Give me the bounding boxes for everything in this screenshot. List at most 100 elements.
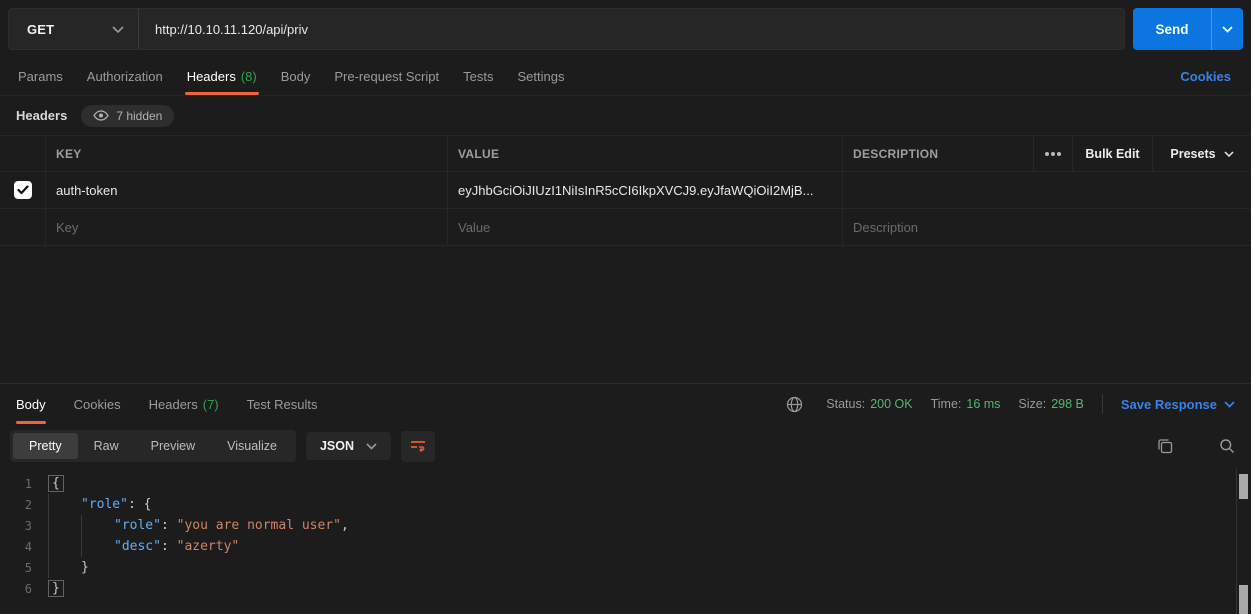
indent-guide	[48, 536, 81, 557]
chevron-down-icon	[366, 443, 377, 450]
line-number: 4	[0, 540, 48, 554]
tab-authorization[interactable]: Authorization	[75, 58, 175, 95]
request-tabs: Params Authorization Headers (8) Body Pr…	[0, 58, 1251, 96]
presets-dropdown[interactable]: Presets	[1153, 136, 1251, 171]
code-line-3: 3 "role": "you are normal user",	[0, 515, 1251, 536]
bulk-edit-button[interactable]: Bulk Edit	[1073, 136, 1153, 171]
indent-guide	[81, 536, 114, 557]
tab-settings[interactable]: Settings	[505, 58, 576, 95]
line-number: 3	[0, 519, 48, 533]
response-headers-count: (7)	[203, 397, 219, 412]
code-line-6: 6 }	[0, 578, 1251, 599]
send-options-button[interactable]	[1211, 8, 1243, 50]
line-number: 5	[0, 561, 48, 575]
format-dropdown[interactable]: JSON	[306, 432, 391, 460]
response-tab-body[interactable]: Body	[16, 384, 46, 424]
wrap-text-button[interactable]	[401, 431, 435, 462]
indent-guide	[48, 515, 81, 536]
new-key-input[interactable]: Key	[46, 209, 448, 245]
code-line-5: 5 }	[0, 557, 1251, 578]
row-checkbox[interactable]	[14, 181, 32, 199]
response-tab-cookies[interactable]: Cookies	[74, 384, 121, 424]
code-line-1: 1 {	[0, 473, 1251, 494]
send-button[interactable]: Send	[1133, 8, 1243, 50]
indent-guide	[81, 515, 114, 536]
search-icon[interactable]	[1213, 432, 1241, 460]
fold-marker[interactable]: {	[48, 475, 64, 492]
header-description-cell[interactable]	[843, 172, 1251, 208]
headers-section-title: Headers	[16, 108, 67, 123]
column-header-value: VALUE	[458, 147, 499, 161]
time-value: 16 ms	[966, 397, 1000, 411]
response-view-toolbar: Pretty Raw Preview Visualize JSON	[0, 424, 1251, 468]
divider	[1102, 394, 1103, 414]
hidden-headers-toggle[interactable]: 7 hidden	[81, 105, 174, 127]
header-value-cell[interactable]: eyJhbGciOiJIUzI1NiIsInR5cCI6IkpXVCJ9.eyJ…	[448, 172, 843, 208]
send-label[interactable]: Send	[1133, 8, 1211, 50]
header-select-column	[0, 136, 46, 171]
url-input[interactable]: http://10.10.11.120/api/priv	[139, 9, 1124, 49]
header-row-empty: Key Value Description	[0, 209, 1251, 246]
copy-icon[interactable]	[1151, 432, 1179, 460]
size-metric: Size: 298 B	[1018, 397, 1083, 411]
view-mode-switch: Pretty Raw Preview Visualize	[10, 430, 296, 462]
scrollbar-thumb[interactable]	[1239, 474, 1248, 499]
fold-marker[interactable]: }	[48, 580, 64, 597]
headers-table: KEY VALUE DESCRIPTION Bulk Edit Presets	[0, 135, 1251, 246]
more-actions-icon	[1045, 152, 1049, 156]
header-key-cell[interactable]: auth-token	[46, 172, 448, 208]
method-label: GET	[27, 22, 54, 37]
status-metric: Status: 200 OK	[826, 397, 912, 411]
eye-icon	[93, 110, 109, 121]
view-raw[interactable]: Raw	[78, 433, 135, 459]
chevron-down-icon	[112, 26, 124, 33]
headers-table-header: KEY VALUE DESCRIPTION Bulk Edit Presets	[0, 135, 1251, 172]
tab-headers[interactable]: Headers (8)	[175, 58, 269, 95]
new-description-input[interactable]: Description	[843, 209, 1251, 245]
view-visualize[interactable]: Visualize	[211, 433, 293, 459]
header-row-auth-token: auth-token eyJhbGciOiJIUzI1NiIsInR5cCI6I…	[0, 172, 1251, 209]
line-number: 1	[0, 477, 48, 491]
response-body-code: 1 { 2 "role": { 3 "role": "you are norma…	[0, 468, 1251, 614]
view-pretty[interactable]: Pretty	[13, 433, 78, 459]
tab-body[interactable]: Body	[269, 58, 323, 95]
chevron-down-icon	[1222, 26, 1233, 33]
response-tab-headers[interactable]: Headers (7)	[149, 384, 219, 424]
scrollbar-thumb[interactable]	[1239, 585, 1248, 614]
headers-count: (8)	[241, 69, 257, 84]
tab-params[interactable]: Params	[6, 58, 75, 95]
new-value-input[interactable]: Value	[448, 209, 843, 245]
more-actions-button[interactable]	[1034, 136, 1073, 171]
globe-icon[interactable]	[780, 390, 808, 418]
code-line-4: 4 "desc": "azerty"	[0, 536, 1251, 557]
line-number: 6	[0, 582, 48, 596]
indent-guide	[48, 494, 81, 515]
hidden-headers-label: 7 hidden	[116, 109, 162, 123]
response-tab-test-results[interactable]: Test Results	[247, 384, 318, 424]
postman-window: GET http://10.10.11.120/api/priv Send Pa…	[0, 0, 1251, 614]
size-value: 298 B	[1051, 397, 1084, 411]
code-line-2: 2 "role": {	[0, 494, 1251, 515]
chevron-down-icon	[1224, 151, 1234, 157]
tab-tests[interactable]: Tests	[451, 58, 505, 95]
column-header-key: KEY	[56, 147, 82, 161]
request-url-row: GET http://10.10.11.120/api/priv Send	[0, 0, 1251, 58]
save-response-button[interactable]: Save Response	[1121, 397, 1235, 412]
column-header-description: DESCRIPTION	[853, 147, 938, 161]
response-tabs: Body Cookies Headers (7) Test Results St…	[0, 384, 1251, 424]
chevron-down-icon	[1224, 401, 1235, 408]
response-meta: Status: 200 OK Time: 16 ms Size: 298 B S…	[780, 384, 1235, 424]
headers-meta-row: Headers 7 hidden	[0, 96, 1251, 135]
wrap-text-icon	[410, 439, 427, 453]
line-number: 2	[0, 498, 48, 512]
tab-pre-request-script[interactable]: Pre-request Script	[322, 58, 451, 95]
request-bar: GET http://10.10.11.120/api/priv	[8, 8, 1125, 50]
indent-guide	[48, 557, 81, 578]
response-panel: Body Cookies Headers (7) Test Results St…	[0, 383, 1251, 614]
cookies-link[interactable]: Cookies	[1166, 58, 1245, 95]
method-dropdown[interactable]: GET	[9, 9, 139, 49]
scrollbar-track[interactable]	[1236, 468, 1251, 614]
request-panel-empty-space	[0, 246, 1251, 383]
status-value: 200 OK	[870, 397, 912, 411]
view-preview[interactable]: Preview	[135, 433, 211, 459]
